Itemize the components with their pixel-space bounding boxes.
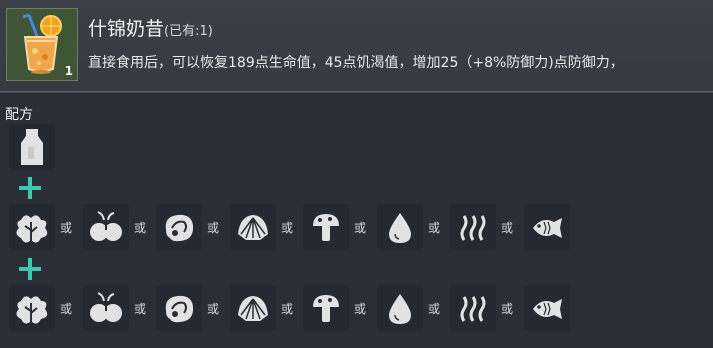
raw-meat-icon — [165, 295, 194, 323]
berries-icon — [90, 211, 122, 241]
recipe-label: 配方 — [5, 107, 33, 123]
ingredient-slot[interactable] — [83, 204, 129, 250]
ingredient-slot[interactable] — [524, 285, 570, 331]
steam-icon — [460, 296, 486, 322]
ingredient-slot[interactable] — [377, 204, 423, 250]
owned-count: (已有:1) — [164, 24, 213, 39]
steam-icon — [460, 215, 486, 241]
or-label: 或 — [207, 221, 220, 235]
or-label: 或 — [281, 302, 294, 316]
shell-icon — [238, 296, 268, 321]
leafy-vegetable-icon — [16, 215, 48, 243]
shell-icon — [238, 215, 268, 240]
ingredient-slot[interactable] — [230, 204, 276, 250]
item-title-row: 什锦奶昔(已有:1) — [88, 14, 213, 41]
ingredient-slot[interactable] — [524, 204, 570, 250]
item-name: 什锦奶昔 — [88, 18, 165, 40]
item-description: 直接食用后，可以恢复189点生命值，45点饥渴值，增加25（+8%防御力)点防御… — [88, 55, 624, 71]
item-quantity: 1 — [64, 64, 73, 78]
plus-icon — [19, 258, 41, 280]
or-label: 或 — [354, 221, 367, 235]
raw-meat-icon — [165, 214, 194, 242]
mushroom-icon — [313, 214, 339, 241]
ingredient-slot[interactable] — [377, 285, 423, 331]
or-label: 或 — [501, 221, 514, 235]
water-drop-icon — [389, 294, 411, 324]
mushroom-icon — [313, 295, 339, 322]
plus-icon — [19, 177, 41, 199]
ingredient-slot[interactable] — [450, 285, 496, 331]
ingredient-slot[interactable] — [156, 204, 202, 250]
divider — [0, 92, 713, 93]
fish-icon — [533, 218, 562, 238]
or-label: 或 — [281, 221, 294, 235]
ingredient-slot[interactable] — [450, 204, 496, 250]
or-label: 或 — [207, 302, 220, 316]
ingredient-slot[interactable] — [303, 285, 349, 331]
water-drop-icon — [389, 213, 411, 243]
or-label: 或 — [134, 302, 147, 316]
or-label: 或 — [60, 302, 73, 316]
ingredient-slot[interactable] — [9, 204, 55, 250]
or-label: 或 — [354, 302, 367, 316]
ingredient-slot[interactable] — [83, 285, 129, 331]
recipe-base-slot[interactable] — [9, 124, 55, 170]
ingredient-slot[interactable] — [303, 204, 349, 250]
item-icon-frame[interactable]: 1 — [6, 8, 78, 81]
or-label: 或 — [134, 221, 147, 235]
or-label: 或 — [60, 221, 73, 235]
milk-bottle-icon — [21, 129, 43, 165]
berries-icon — [90, 292, 122, 322]
ingredient-slot[interactable] — [230, 285, 276, 331]
ingredient-slot[interactable] — [156, 285, 202, 331]
or-label: 或 — [428, 302, 441, 316]
leafy-vegetable-icon — [16, 296, 48, 324]
fish-icon — [533, 299, 562, 319]
ingredient-slot[interactable] — [9, 285, 55, 331]
or-label: 或 — [501, 302, 514, 316]
or-label: 或 — [428, 221, 441, 235]
